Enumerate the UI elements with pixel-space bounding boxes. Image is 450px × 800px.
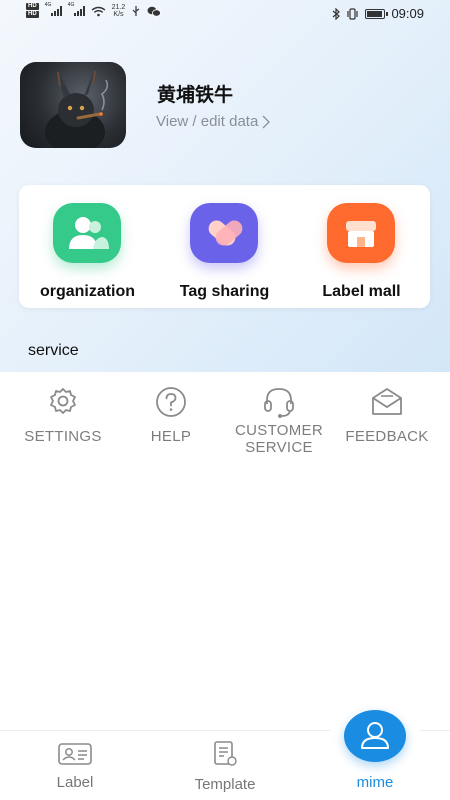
nav-label: Label	[56, 774, 94, 791]
gear-icon	[50, 388, 76, 414]
store-icon	[327, 203, 395, 263]
customer-service-button[interactable]: CUSTOMER SERVICE	[225, 386, 333, 466]
nav-label-active: mime	[356, 774, 394, 791]
customer-service-label: CUSTOMER SERVICE	[235, 422, 323, 456]
headset-icon	[264, 388, 294, 418]
battery-icon	[365, 8, 389, 19]
nav-item-template[interactable]: Template	[170, 731, 280, 800]
user-icon	[361, 722, 389, 749]
net-speed: 21.2 K/s	[111, 4, 126, 18]
status-bar: HD HD 4G 4G 21.2 K/s 09:09	[0, 0, 450, 26]
quick-action-organization[interactable]: organization	[19, 185, 156, 308]
quick-actions-card: organization Tag sharing Label mall	[19, 185, 430, 308]
vibrate-icon	[347, 7, 359, 20]
mime-button[interactable]	[344, 710, 406, 762]
feedback-label: FEEDBACK	[345, 428, 429, 445]
wechat-icon	[147, 6, 162, 17]
id-card-icon	[58, 743, 92, 765]
template-icon	[214, 741, 237, 766]
quick-action-label: Label mall	[322, 283, 401, 300]
edit-profile-link[interactable]: View / edit data	[156, 113, 271, 130]
people-icon	[53, 203, 121, 263]
question-icon	[156, 387, 186, 417]
feedback-button[interactable]: FEEDBACK	[333, 386, 441, 466]
service-section-title: service	[28, 342, 79, 359]
hd-badge: HD HD	[26, 3, 39, 18]
quick-action-tag-sharing[interactable]: Tag sharing	[156, 185, 293, 308]
usb-icon	[132, 6, 140, 16]
envelope-icon	[372, 388, 402, 415]
bluetooth-icon	[333, 7, 341, 20]
signal-icon: 4G	[68, 2, 85, 16]
avatar[interactable]	[20, 62, 126, 148]
settings-button[interactable]: SETTINGS	[9, 386, 117, 466]
signal-icon: 4G	[45, 2, 62, 16]
edit-profile-label: View / edit data	[156, 113, 259, 130]
profile-page: HD HD 4G 4G 21.2 K/s 09:09 黄埔铁牛 View / e…	[0, 0, 450, 800]
user-name: 黄埔铁牛	[157, 85, 234, 106]
nav-label: Template	[194, 776, 256, 793]
nav-item-label[interactable]: Label	[20, 731, 130, 800]
quick-action-label-mall[interactable]: Label mall	[293, 185, 430, 308]
heart-tag-icon	[190, 203, 258, 263]
help-button[interactable]: HELP	[117, 386, 225, 466]
chevron-right-icon	[262, 115, 271, 128]
nav-item-mime[interactable]: mime	[320, 706, 430, 791]
quick-action-label: Tag sharing	[179, 283, 270, 300]
quick-action-label: organization	[39, 283, 136, 300]
help-label: HELP	[150, 428, 192, 445]
wifi-icon	[91, 6, 106, 16]
clock: 09:09	[391, 6, 424, 21]
settings-label: SETTINGS	[24, 428, 102, 445]
